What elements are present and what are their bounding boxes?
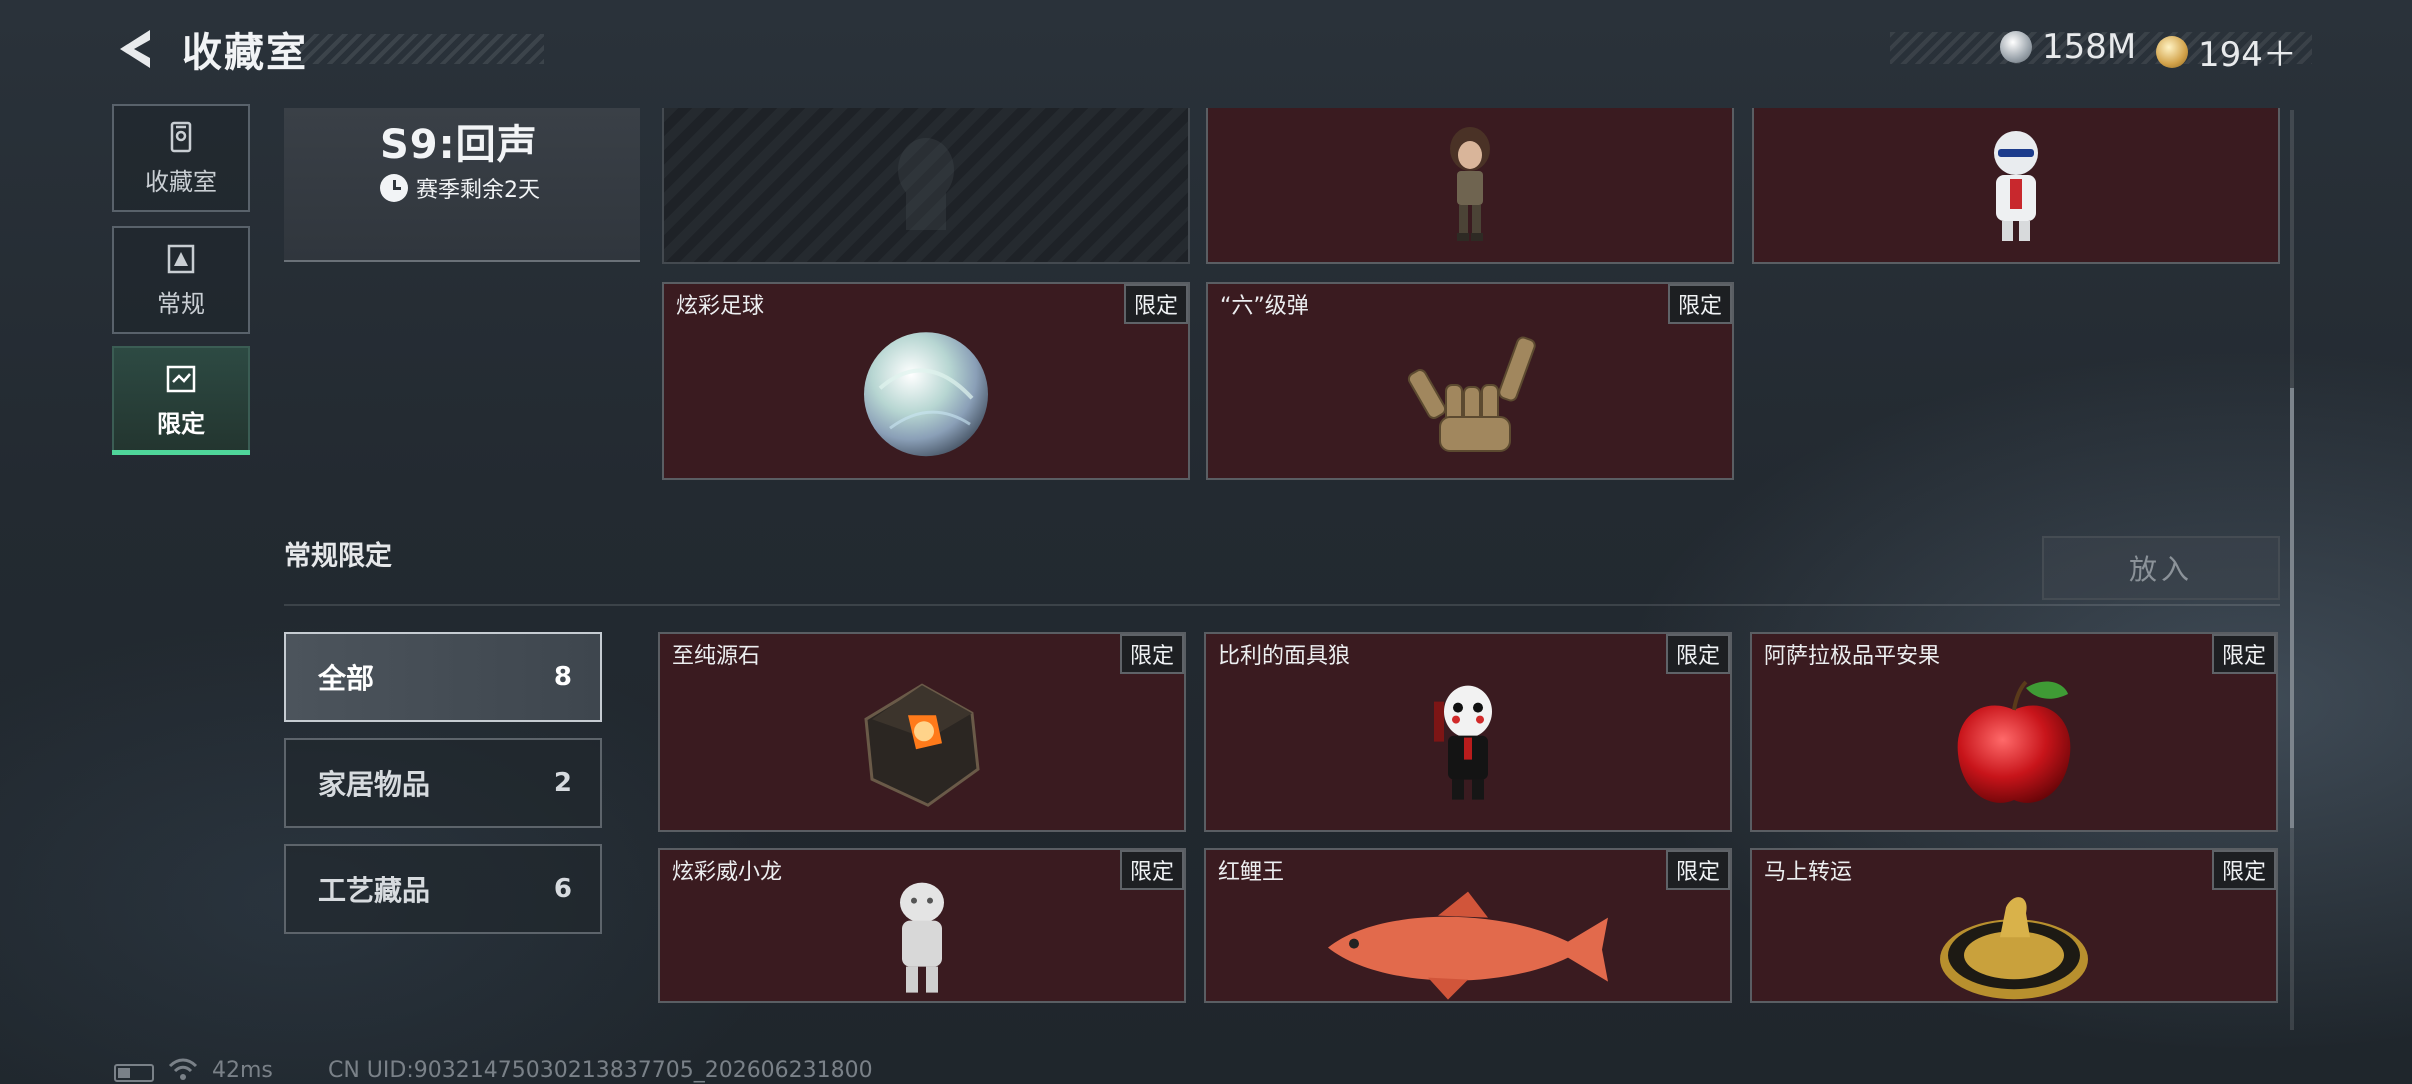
nav-item-limited[interactable]: 限定 — [112, 346, 250, 454]
filter-count: 6 — [553, 874, 572, 904]
bullet-hand-icon — [1407, 336, 1536, 452]
nav-label-regular: 常规 — [157, 289, 205, 318]
limited-badge: 限定 — [1119, 634, 1184, 674]
page-title: 收藏室 — [182, 30, 308, 76]
currency-silver[interactable]: 158M — [2000, 27, 2136, 67]
scrollbar-thumb[interactable] — [2290, 388, 2294, 828]
item-card-locked[interactable] — [662, 108, 1190, 264]
section-divider — [284, 604, 2280, 606]
section-title: 常规限定 — [284, 541, 392, 572]
limited-badge: 限定 — [1667, 284, 1732, 324]
season-remaining: 赛季剩余2天 — [380, 172, 540, 204]
put-in-button[interactable]: 放入 — [2042, 536, 2280, 600]
limited-badge: 限定 — [2211, 634, 2276, 674]
title-decoration — [300, 34, 544, 64]
red-carp-icon — [1328, 891, 1608, 1000]
season-card: S9:回声 赛季剩余2天 — [284, 108, 640, 262]
item-card-good-luck[interactable]: 马上转运 限定 — [1750, 848, 2278, 1003]
filter-count: 8 — [553, 662, 572, 692]
currency-gold[interactable]: 194＋ — [2156, 27, 2297, 76]
item-name: 至纯源石 — [672, 644, 761, 669]
item-name: 红鲤王 — [1218, 860, 1285, 885]
filter-all[interactable]: 全部 8 — [284, 632, 602, 722]
item-card-billy-mask[interactable]: 比利的面具狼 限定 — [1204, 632, 1732, 832]
currency-silver-value: 158M — [2042, 27, 2137, 67]
item-card-koi-king[interactable]: 红鲤王 限定 — [1204, 848, 1732, 1003]
battery-icon — [114, 1064, 154, 1082]
source-stone-icon — [864, 683, 980, 807]
limited-icon — [166, 365, 196, 392]
season-remaining-text: 赛季剩余2天 — [416, 178, 540, 203]
item-card-figure-colonel[interactable] — [1752, 108, 2280, 264]
iridescent-football-icon — [864, 332, 988, 457]
nav-label-collection-room: 收藏室 — [145, 167, 217, 196]
limited-badge: 限定 — [1119, 850, 1184, 890]
item-name: 比利的面具狼 — [1218, 644, 1351, 669]
filter-label: 工艺藏品 — [318, 874, 431, 907]
limited-badge: 限定 — [1123, 284, 1188, 324]
filter-home-items[interactable]: 家居物品 2 — [284, 738, 602, 828]
colonel-figure-icon — [1994, 131, 2038, 241]
uid-text: CN UID:90321475030213837705_202606231800 — [328, 1058, 873, 1083]
back-button[interactable] — [112, 26, 158, 72]
back-arrow-icon — [120, 30, 150, 68]
white-dragon-figure-icon — [900, 882, 944, 993]
filter-craft-items[interactable]: 工艺藏品 6 — [284, 844, 602, 934]
silver-coin-icon — [2000, 31, 2032, 63]
nav-label-limited: 限定 — [157, 409, 205, 438]
collection-room-icon — [170, 121, 192, 152]
adventurer-figure-icon — [1450, 127, 1490, 241]
item-card-apple[interactable]: 阿萨拉极品平安果 限定 — [1750, 632, 2278, 832]
wifi-icon — [168, 1058, 198, 1080]
season-title: S9:回声 — [380, 122, 538, 168]
locked-silhouette-icon — [898, 138, 954, 230]
filter-label: 家居物品 — [318, 768, 431, 801]
red-apple-icon — [1957, 680, 2071, 803]
item-name: 炫彩威小龙 — [672, 860, 783, 885]
item-card-figure-girl[interactable] — [1206, 108, 1734, 264]
gold-coin-icon — [2156, 35, 2188, 68]
limited-badge: 限定 — [1665, 850, 1730, 890]
item-name: 阿萨拉极品平安果 — [1764, 644, 1941, 669]
billy-puppet-icon — [1434, 685, 1492, 800]
limited-badge: 限定 — [2211, 850, 2276, 890]
filter-count: 2 — [553, 768, 572, 798]
ping-text: 42ms — [212, 1058, 273, 1083]
nav-item-regular[interactable]: 常规 — [112, 226, 250, 334]
item-name: 炫彩足球 — [676, 294, 765, 319]
item-card-source-stone[interactable]: 至纯源石 限定 — [658, 632, 1186, 832]
golden-horse-coin-icon — [1940, 896, 2088, 999]
nav-active-indicator — [112, 450, 250, 455]
regular-icon — [167, 244, 195, 273]
item-name: 马上转运 — [1764, 860, 1853, 885]
currency-gold-value: 194＋ — [2198, 35, 2297, 75]
item-name: “六”级弹 — [1220, 294, 1309, 319]
filter-label: 全部 — [318, 662, 375, 695]
clock-icon — [380, 174, 408, 202]
item-card-shaka-hand[interactable]: “六”级弹 限定 — [1206, 282, 1734, 480]
item-card-football[interactable]: 炫彩足球 限定 — [662, 282, 1190, 480]
nav-item-collection-room[interactable]: 收藏室 — [112, 104, 250, 212]
item-card-dragon-figure[interactable]: 炫彩威小龙 限定 — [658, 848, 1186, 1003]
limited-badge: 限定 — [1665, 634, 1730, 674]
